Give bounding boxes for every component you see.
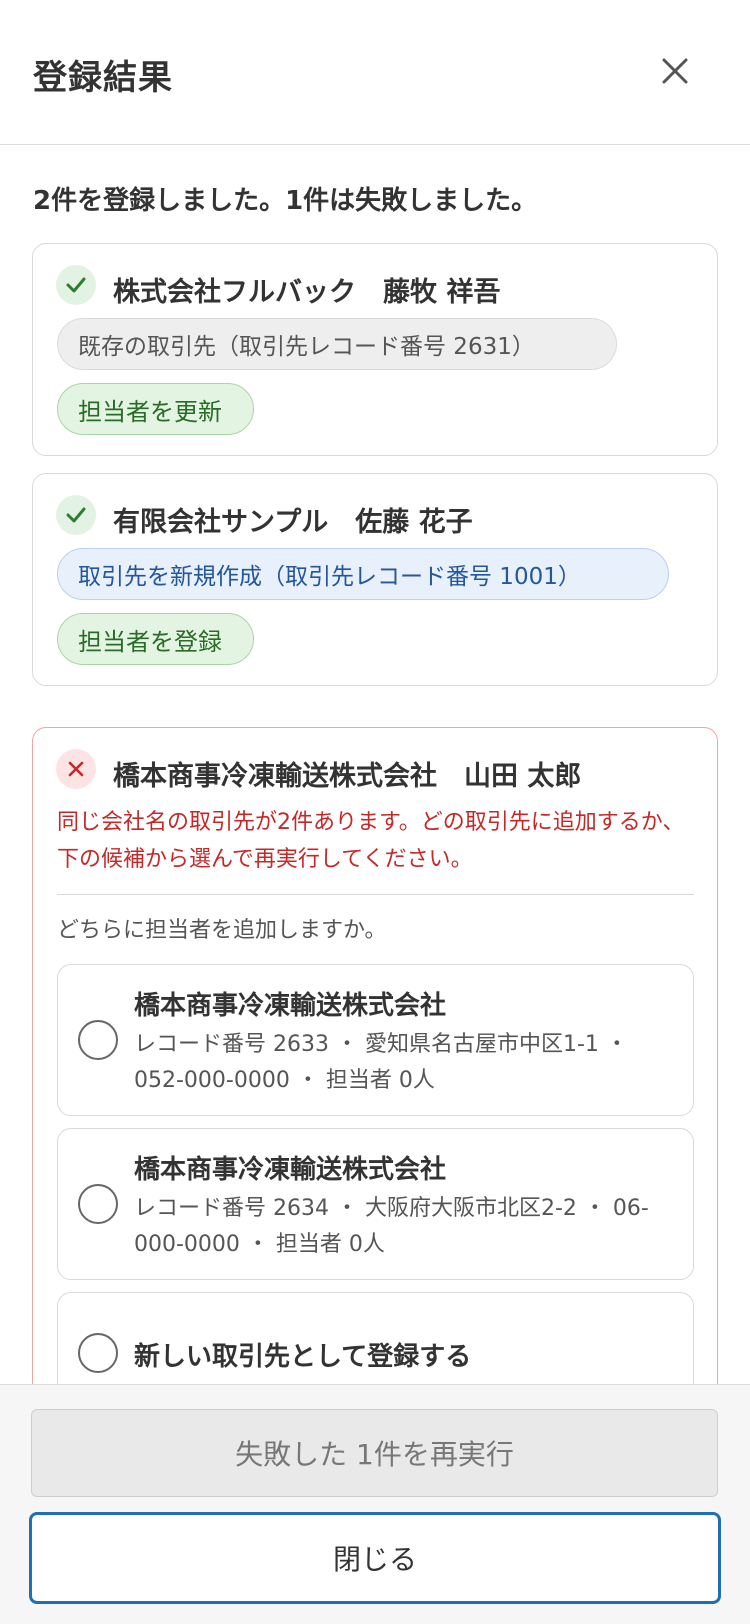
retry-failed-button[interactable]: 失敗した 1件を再実行 <box>31 1409 718 1497</box>
contact-badge: 担当者を登録 <box>57 613 254 665</box>
result-card-success: 株式会社フルバック 藤牧 祥吾 既存の取引先（取引先レコード番号 2631） 担… <box>32 243 718 456</box>
result-card-success: 有限会社サンプル 佐藤 花子 取引先を新規作成（取引先レコード番号 1001） … <box>32 473 718 686</box>
radio-button[interactable] <box>78 1333 118 1373</box>
close-button[interactable] <box>650 46 700 96</box>
failed-status <box>56 749 96 789</box>
check-icon <box>66 507 86 523</box>
dialog-title: 登録結果 <box>33 58 173 98</box>
success-status <box>56 495 96 535</box>
selection-question: どちらに担当者を追加しますか。 <box>57 918 387 943</box>
contact-name: 株式会社フルバック 藤牧 祥吾 <box>113 277 501 308</box>
contact-name: 橋本商事冷凍輸送株式会社 山田 太郎 <box>113 761 582 792</box>
new-account-option[interactable]: 新しい取引先として登録する <box>57 1292 694 1384</box>
account-badge: 取引先を新規作成（取引先レコード番号 1001） <box>57 548 669 600</box>
radio-button[interactable] <box>78 1184 118 1224</box>
dialog-header: 登録結果 <box>0 0 750 145</box>
contact-badge: 担当者を更新 <box>57 383 254 435</box>
option-title: 橋本商事冷凍輸送株式会社 <box>134 1155 447 1185</box>
dialog-footer: 失敗した 1件を再実行 閉じる <box>0 1384 750 1624</box>
error-x-icon <box>68 761 84 777</box>
contact-name: 有限会社サンプル 佐藤 花子 <box>113 507 473 538</box>
close-dialog-button[interactable]: 閉じる <box>29 1512 721 1604</box>
option-title: 橋本商事冷凍輸送株式会社 <box>134 991 447 1021</box>
option-title: 新しい取引先として登録する <box>134 1342 472 1372</box>
results-content[interactable]: 2件を登録しました。1件は失敗しました。 株式会社フルバック 藤牧 祥吾 既存の… <box>0 146 750 1384</box>
account-option[interactable]: 橋本商事冷凍輸送株式会社 レコード番号 2634 ・ 大阪府大阪市北区2-2 ・… <box>57 1128 694 1280</box>
account-badge: 既存の取引先（取引先レコード番号 2631） <box>57 318 617 370</box>
account-option[interactable]: 橋本商事冷凍輸送株式会社 レコード番号 2633 ・ 愛知県名古屋市中区1-1 … <box>57 964 694 1116</box>
success-status <box>56 265 96 305</box>
result-card-failed: 橋本商事冷凍輸送株式会社 山田 太郎 同じ会社名の取引先が2件あります。どの取引… <box>32 727 718 1384</box>
error-message: 同じ会社名の取引先が2件あります。どの取引先に追加するか、下の候補から選んで再実… <box>57 810 685 872</box>
option-detail: レコード番号 2634 ・ 大阪府大阪市北区2-2 ・ 06-000-0000 … <box>134 1196 649 1257</box>
close-icon <box>662 58 688 84</box>
result-summary: 2件を登録しました。1件は失敗しました。 <box>33 186 538 216</box>
radio-button[interactable] <box>78 1020 118 1060</box>
option-detail: レコード番号 2633 ・ 愛知県名古屋市中区1-1 ・ 052-000-000… <box>134 1032 628 1093</box>
check-icon <box>66 277 86 293</box>
divider <box>57 894 694 895</box>
